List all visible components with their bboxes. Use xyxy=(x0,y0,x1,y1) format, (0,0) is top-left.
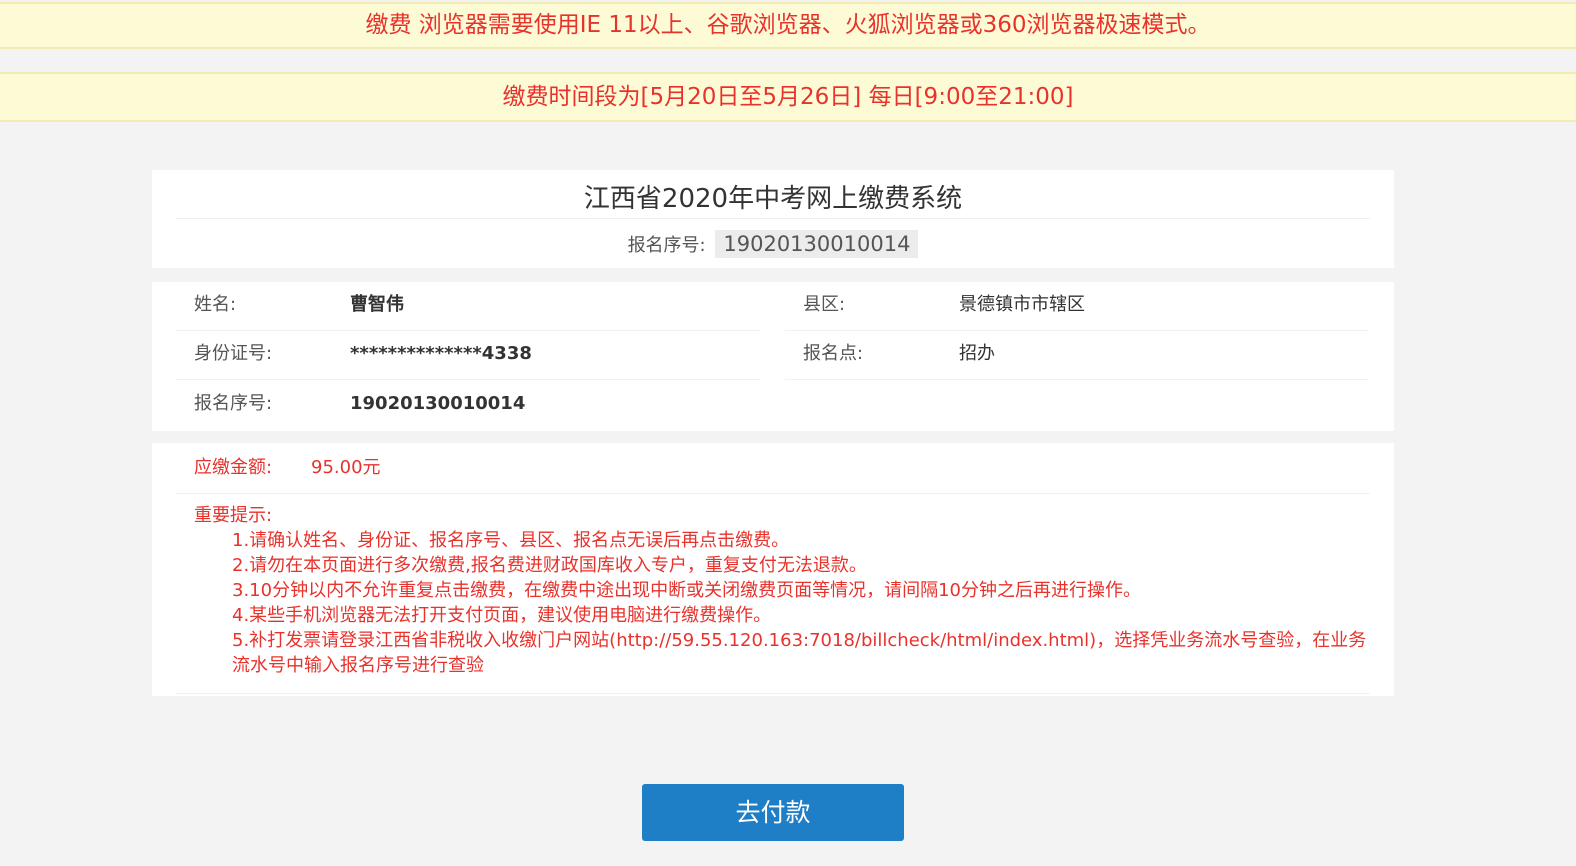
system-header-card: 江西省2020年中考网上缴费系统 报名序号: 19020130010014 xyxy=(152,170,1394,268)
site-label: 报名点: xyxy=(803,343,864,364)
tips-list: 1.请确认姓名、身份证、报名序号、县区、报名点无误后再点击缴费。 2.请勿在本页… xyxy=(232,528,1370,678)
site-value: 招办 xyxy=(959,343,995,364)
name-label: 姓名: xyxy=(194,294,237,315)
info-row-name: 姓名: 曹智伟 xyxy=(176,282,760,331)
name-value: 曹智伟 xyxy=(350,294,404,315)
fee-row: 应缴金额: 95.00元 xyxy=(176,451,1370,494)
header-reg-line: 报名序号: 19020130010014 xyxy=(152,230,1394,262)
fee-card: 应缴金额: 95.00元 重要提示: 1.请确认姓名、身份证、报名序号、县区、报… xyxy=(152,443,1394,696)
info-row-county: 县区: 景德镇市市辖区 xyxy=(785,282,1369,331)
tip-item: 3.10分钟以内不允许重复点击缴费，在缴费中途出现中断或关闭缴费页面等情况，请间… xyxy=(232,580,1141,601)
payment-period-banner: 缴费时间段为[5月20日至5月26日] 每日[9:00至21:00] xyxy=(0,72,1576,122)
student-info-card: 姓名: 曹智伟 县区: 景德镇市市辖区 身份证号: **************… xyxy=(152,282,1394,431)
page-title: 江西省2020年中考网上缴费系统 xyxy=(176,180,1370,219)
tip-item: 1.请确认姓名、身份证、报名序号、县区、报名点无误后再点击缴费。 xyxy=(232,530,790,551)
county-value: 景德镇市市辖区 xyxy=(959,294,1085,315)
reg-label: 报名序号: xyxy=(194,393,273,414)
browser-notice-banner: 缴费 浏览器需要使用IE 11以上、谷歌浏览器、火狐浏览器或360浏览器极速模式… xyxy=(0,2,1576,49)
pay-button[interactable]: 去付款 xyxy=(642,784,904,841)
tip-item: 4.某些手机浏览器无法打开支付页面，建议使用电脑进行缴费操作。 xyxy=(232,605,772,626)
fee-label: 应缴金额: xyxy=(194,457,273,478)
id-label: 身份证号: xyxy=(194,343,273,364)
id-value: **************4338 xyxy=(350,343,532,364)
info-row-reg: 报名序号: 19020130010014 xyxy=(176,381,760,430)
reg-value: 19020130010014 xyxy=(350,393,526,414)
header-reg-label: 报名序号: xyxy=(627,235,706,256)
payment-period-text: 缴费时间段为[5月20日至5月26日] 每日[9:00至21:00] xyxy=(502,84,1074,110)
tips-title: 重要提示: xyxy=(194,505,273,526)
tip-item: 5.补打发票请登录江西省非税收入收缴门户网站(http://59.55.120.… xyxy=(232,630,1367,676)
county-label: 县区: xyxy=(803,294,846,315)
header-reg-value: 19020130010014 xyxy=(715,230,919,258)
fee-amount: 95.00元 xyxy=(311,457,381,478)
browser-notice-text: 缴费 浏览器需要使用IE 11以上、谷歌浏览器、火狐浏览器或360浏览器极速模式… xyxy=(365,12,1211,38)
tip-item: 2.请勿在本页面进行多次缴费,报名费进财政国库收入专户，重复支付无法退款。 xyxy=(232,555,867,576)
important-tips: 重要提示: 1.请确认姓名、身份证、报名序号、县区、报名点无误后再点击缴费。 2… xyxy=(176,503,1370,694)
info-row-id: 身份证号: **************4338 xyxy=(176,331,760,380)
info-row-site: 报名点: 招办 xyxy=(785,331,1369,380)
